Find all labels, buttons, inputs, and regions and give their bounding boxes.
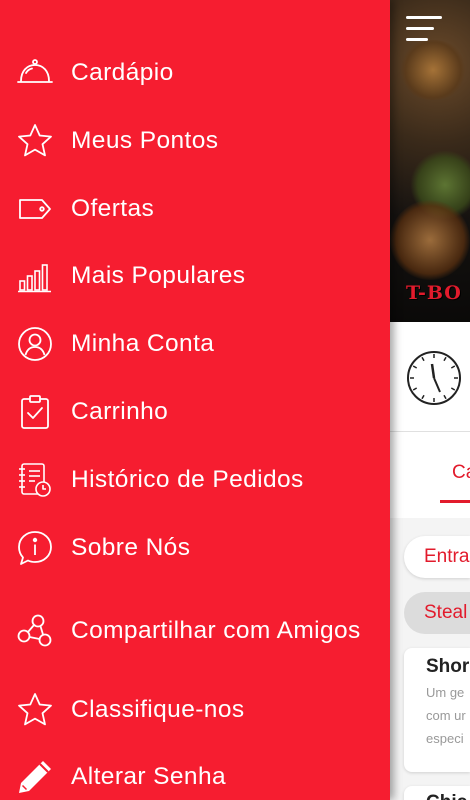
star-outline-icon xyxy=(16,691,54,729)
tab-indicator xyxy=(440,500,470,503)
menu-item-label: Alterar Senha xyxy=(71,763,227,790)
menu-item-label: Carrinho xyxy=(71,398,169,425)
product-description-line: especi xyxy=(426,731,464,746)
menu-item-mais-populares[interactable]: Mais Populares xyxy=(0,242,390,310)
menu-item-carrinho[interactable]: Carrinho xyxy=(0,378,390,446)
store-info-row xyxy=(390,322,470,432)
menu-item-label: Classifique-nos xyxy=(71,696,245,723)
menu-item-alterar-senha[interactable]: Alterar Senha xyxy=(0,743,390,800)
tab-active[interactable]: Ca xyxy=(452,462,470,484)
menu-item-label: Sobre Nós xyxy=(71,534,191,561)
menu-item-label: Compartilhar com Amigos xyxy=(71,617,361,644)
menu-item-meus-pontos[interactable]: Meus Pontos xyxy=(0,107,390,175)
hero-banner: T-BO xyxy=(390,0,470,322)
category-chip-entradas[interactable]: Entra xyxy=(404,536,470,578)
bar-chart-icon xyxy=(16,257,54,295)
share-icon xyxy=(16,612,54,650)
menu-item-cardapio[interactable]: Cardápio xyxy=(0,39,390,107)
menu-item-ofertas[interactable]: Ofertas xyxy=(0,175,390,243)
product-title: Shor xyxy=(426,656,470,677)
pencil-icon xyxy=(16,758,54,796)
menu-item-label: Histórico de Pedidos xyxy=(71,466,304,493)
star-icon xyxy=(16,122,54,160)
menu-item-label: Ofertas xyxy=(71,195,155,222)
menu-item-minha-conta[interactable]: Minha Conta xyxy=(0,310,390,378)
tag-icon xyxy=(16,190,54,228)
cloche-icon xyxy=(16,54,54,92)
menu-item-compartilhar-com-amigos[interactable]: Compartilhar com Amigos xyxy=(0,594,390,668)
brand-logo-text: T-BO xyxy=(406,282,462,304)
hamburger-menu-icon[interactable] xyxy=(406,16,442,46)
menu-item-label: Mais Populares xyxy=(71,262,246,289)
menu-item-sobre-nos[interactable]: Sobre Nós xyxy=(0,514,390,582)
user-circle-icon xyxy=(16,325,54,363)
category-tabs: Ca xyxy=(390,432,470,518)
menu-item-classifique-nos[interactable]: Classifique-nos xyxy=(0,676,390,744)
receipt-clock-icon xyxy=(16,461,54,499)
navigation-drawer: Cardápio Meus Pontos Ofertas Mais Popula… xyxy=(0,0,390,800)
menu-item-label: Cardápio xyxy=(71,59,174,86)
product-card[interactable]: Shor Um ge com ur especi xyxy=(404,648,470,772)
clipboard-check-icon xyxy=(16,393,54,431)
info-bubble-icon xyxy=(16,529,54,567)
clock-icon xyxy=(407,351,461,405)
menu-item-label: Meus Pontos xyxy=(71,127,219,154)
product-description-line: Um ge xyxy=(426,685,465,700)
product-title: Chic xyxy=(426,792,470,800)
menu-item-historico-de-pedidos[interactable]: Histórico de Pedidos xyxy=(0,446,390,514)
menu-item-label: Minha Conta xyxy=(71,330,215,357)
category-chip-steaks[interactable]: Steal xyxy=(404,592,470,634)
product-card[interactable]: Chic xyxy=(404,786,470,800)
product-description-line: com ur xyxy=(426,708,466,723)
